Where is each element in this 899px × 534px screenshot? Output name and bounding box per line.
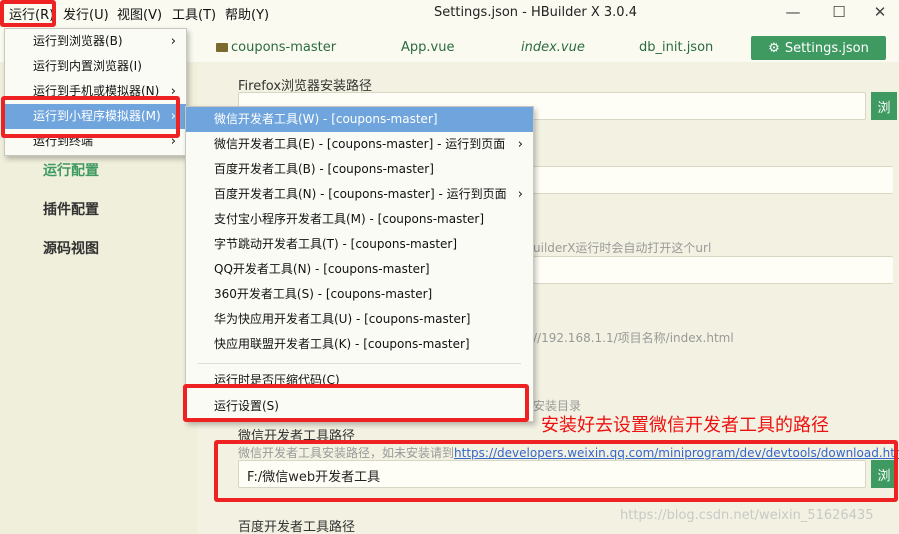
run-to-browser-label: 运行到浏览器(B) bbox=[33, 34, 123, 48]
highlight-run-menu bbox=[0, 0, 56, 27]
baidu-devtool-item[interactable]: 百度开发者工具(B) - [coupons-master] bbox=[186, 157, 533, 182]
tab-settings-json[interactable]: ⚙ Settings.json bbox=[751, 36, 886, 60]
wechat-devtool-item[interactable]: 微信开发者工具(W) - [coupons-master] bbox=[186, 107, 533, 132]
tab-index-vue[interactable]: index.vue bbox=[521, 40, 585, 55]
menu-help[interactable]: 帮助(Y) bbox=[225, 4, 269, 23]
url-hint: uilderX运行时会自动打开这个url bbox=[533, 241, 712, 255]
run-to-browser[interactable]: 运行到浏览器(B) › bbox=[5, 29, 186, 54]
wechat-devtool-page-item[interactable]: 微信开发者工具(E) - [coupons-master] - 运行到页面 › bbox=[186, 132, 533, 157]
huawei-devtool-item[interactable]: 华为快应用开发者工具(U) - [coupons-master] bbox=[186, 307, 533, 332]
miniprogram-submenu: 微信开发者工具(W) - [coupons-master] 微信开发者工具(E)… bbox=[185, 106, 534, 422]
title-bar: 运行(R) 发行(U) 视图(V) 工具(T) 帮助(Y) Settings.j… bbox=[0, 0, 899, 26]
folder-icon bbox=[216, 43, 228, 52]
menu-separator bbox=[198, 363, 521, 364]
highlight-miniprogram-item bbox=[1, 96, 180, 138]
chevron-right-icon: › bbox=[517, 187, 523, 202]
nav-source-view[interactable]: 源码视图 bbox=[43, 238, 99, 258]
baidu-devtool-page-label: 百度开发者工具(N) - [coupons-master] - 运行到页面 bbox=[214, 187, 507, 201]
nav-run-config[interactable]: 运行配置 bbox=[43, 160, 99, 180]
settings-input-2[interactable] bbox=[533, 166, 893, 194]
menu-publish[interactable]: 发行(U) bbox=[63, 4, 109, 23]
bytedance-devtool-item[interactable]: 字节跳动开发者工具(T) - [coupons-master] bbox=[186, 232, 533, 257]
baidu-path-label: 百度开发者工具路径 bbox=[238, 520, 356, 534]
tab-db-init[interactable]: db_init.json bbox=[639, 40, 713, 55]
360-devtool-item[interactable]: 360开发者工具(S) - [coupons-master] bbox=[186, 282, 533, 307]
nav-plugin-config[interactable]: 插件配置 bbox=[43, 199, 99, 219]
quickapp-devtool-item[interactable]: 快应用联盟开发者工具(K) - [coupons-master] bbox=[186, 332, 533, 357]
editor-tab-bar: coupons-master App.vue index.vue db_init… bbox=[188, 36, 899, 62]
alipay-devtool-item[interactable]: 支付宝小程序开发者工具(M) - [coupons-master] bbox=[186, 207, 533, 232]
qq-devtool-item[interactable]: QQ开发者工具(N) - [coupons-master] bbox=[186, 257, 533, 282]
highlight-run-settings bbox=[183, 384, 529, 422]
tab-settings-label: Settings.json bbox=[784, 40, 869, 56]
menu-view[interactable]: 视图(V) bbox=[117, 4, 162, 23]
minimize-button[interactable]: — bbox=[782, 2, 804, 22]
tab-app-vue[interactable]: App.vue bbox=[401, 40, 454, 55]
firefox-browse-button[interactable]: 浏 bbox=[871, 92, 897, 120]
chevron-right-icon: › bbox=[170, 34, 176, 49]
watermark: https://blog.csdn.net/weixin_51626435 bbox=[620, 508, 874, 523]
gear-icon: ⚙ bbox=[768, 40, 780, 56]
maximize-button[interactable]: ☐ bbox=[828, 2, 850, 22]
run-to-builtin-browser[interactable]: 运行到内置浏览器(I) bbox=[5, 54, 186, 79]
tab-project[interactable]: coupons-master bbox=[216, 40, 336, 55]
tab-project-label: coupons-master bbox=[231, 40, 337, 55]
window-title: Settings.json - HBuilder X 3.0.4 bbox=[434, 5, 637, 20]
menu-tools[interactable]: 工具(T) bbox=[172, 4, 216, 23]
settings-input-3[interactable] bbox=[533, 256, 893, 284]
baidu-devtool-page-item[interactable]: 百度开发者工具(N) - [coupons-master] - 运行到页面 › bbox=[186, 182, 533, 207]
highlight-wechat-path bbox=[214, 440, 898, 502]
ip-hint: //192.168.1.1/项目名称/index.html bbox=[533, 331, 734, 345]
annotation-text: 安装好去设置微信开发者工具的路径 bbox=[541, 415, 829, 436]
wechat-devtool-page-label: 微信开发者工具(E) - [coupons-master] - 运行到页面 bbox=[214, 137, 506, 151]
chevron-right-icon: › bbox=[517, 137, 523, 152]
close-button[interactable]: ✕ bbox=[869, 2, 891, 22]
